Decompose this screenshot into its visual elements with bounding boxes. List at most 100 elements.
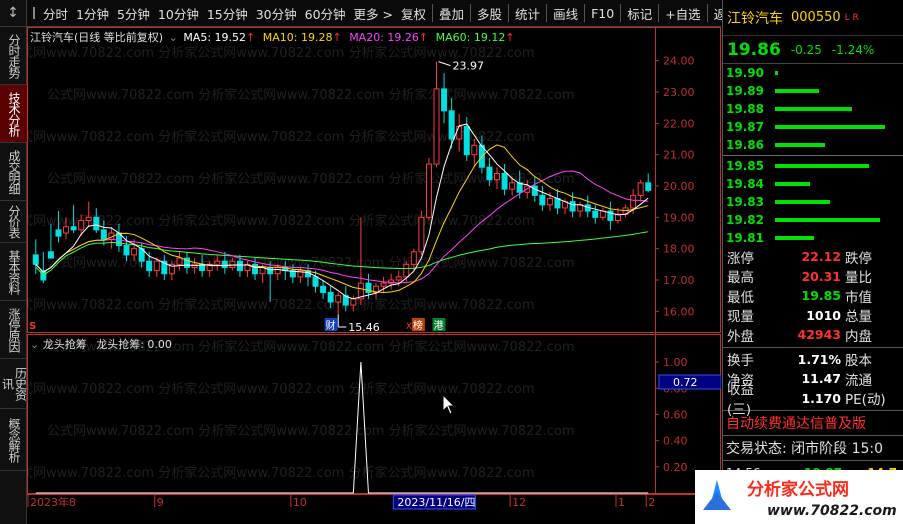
toolbar-button-3[interactable]: 统计 [511, 4, 544, 23]
toolbar-button-5[interactable]: F10 [587, 6, 618, 21]
quote-value: 1010 [806, 307, 841, 323]
candle-body [471, 144, 478, 156]
candle-body [153, 260, 160, 272]
toolbar-button-4[interactable]: 画线 [549, 4, 582, 23]
tab-6[interactable]: 历史资讯 [0, 359, 28, 409]
order-book-row[interactable]: 19.88 [723, 100, 903, 118]
tab-2[interactable]: 成交明细 [0, 143, 27, 201]
candle-body [501, 172, 508, 190]
stock-header: 江铃汽车 000550 L R [723, 0, 903, 36]
period-tab-7[interactable]: 更多 > [350, 4, 397, 23]
event-badge-bang: 榜 [413, 319, 423, 332]
ma20-legend: MA20: 19.26 [349, 31, 419, 44]
candle-body [554, 198, 561, 209]
current-price: 19.86 [727, 39, 781, 60]
quote-row: 最低 19.85 市值 [723, 286, 903, 306]
event-badge-x: X [406, 322, 412, 332]
toolbar-button-2[interactable]: 多股 [473, 4, 506, 23]
period-tab-5[interactable]: 30分钟 [252, 4, 301, 23]
order-volume-bar [775, 107, 852, 111]
order-volume-bar [775, 143, 825, 147]
toolbar-button-7[interactable]: +自选 [661, 4, 704, 23]
candle-body [327, 292, 334, 303]
order-book-row[interactable]: 19.87 [723, 118, 903, 136]
candle-body [320, 285, 327, 294]
order-book-row[interactable]: 19.90 [723, 64, 903, 82]
order-book-row[interactable]: 19.82 [723, 211, 903, 229]
period-tab-4[interactable]: 15分钟 [203, 4, 252, 23]
chart-canvas[interactable]: 公式网www.70822.com 分析家公式网www.70822.com 分析家… [27, 27, 721, 524]
low-label: 15.46 [348, 321, 380, 334]
toolbar-button-1[interactable]: 叠加 [435, 4, 468, 23]
chevron-down-icon[interactable]: ⌄ [30, 338, 39, 351]
price-row: 19.86 -0.25 -1.24% [723, 36, 903, 64]
quote-label: 现量 [727, 309, 754, 326]
order-volume-bar [775, 89, 819, 93]
candle-body [70, 226, 77, 231]
period-tab-2[interactable]: 5分钟 [113, 4, 154, 23]
chevron-down-icon[interactable]: ⌄ [169, 31, 178, 44]
candle-body [85, 216, 92, 221]
candle-body [403, 263, 410, 278]
candle-body [146, 260, 153, 272]
period-tab-1[interactable]: 1分钟 [72, 4, 113, 23]
order-price: 19.86 [726, 138, 764, 152]
order-book-row[interactable]: 19.85 [723, 157, 903, 175]
candle [539, 186, 546, 212]
toolbar-button-0[interactable]: 复权 [397, 4, 430, 23]
tab-3[interactable]: 分价表 [0, 201, 27, 243]
quote-value: 1.71% [797, 351, 841, 367]
period-tab-6[interactable]: 60分钟 [301, 4, 350, 23]
candle-body [47, 251, 54, 259]
order-price: 19.85 [726, 159, 764, 173]
stock-name[interactable]: 江铃汽车 [727, 8, 783, 28]
order-book-row[interactable]: 19.83 [723, 193, 903, 211]
tab-0[interactable]: 分时走势 [0, 27, 27, 85]
watermark-text: 公式网www.70822.com 分析家公式网www.70822.com 分析家… [27, 213, 535, 229]
order-price: 19.89 [726, 84, 764, 98]
order-book-row[interactable]: 19.86 [723, 136, 903, 154]
candle-body [418, 216, 425, 253]
x-cursor-label: 2023/11/16/四 [397, 496, 475, 509]
quote-row: 最高 20.31 量比 [723, 267, 903, 287]
quote-label: 总量 [845, 309, 872, 326]
quote-label: 股本 [845, 353, 872, 370]
candle-body [509, 182, 516, 190]
order-volume-bar [775, 200, 830, 204]
watermark-text: 公式网www.70822.com 分析家公式网www.70822.com 分析家… [47, 87, 575, 103]
candle [93, 207, 100, 233]
expand-icon[interactable]: ↕ [0, 0, 26, 27]
toolbar-checkbox[interactable] [33, 7, 35, 19]
order-book-row[interactable]: 19.89 [723, 82, 903, 100]
tab-1[interactable]: 技术分析 [0, 85, 27, 143]
candle [607, 201, 614, 230]
quote-row: 涨停 22.12 跌停 [723, 247, 903, 267]
quote-table-2: 换手 1.71% 股本 净资 11.47 流通 收益(三) 1.170 PE(动) [723, 350, 903, 419]
order-price: 19.84 [726, 177, 764, 191]
event-badge-cai: 财 [326, 319, 336, 332]
cursor-value: 0.72 [673, 376, 698, 389]
trade-status: 交易状态: 闭市阶段 15:0 [726, 441, 884, 457]
quote-label: 流通 [845, 372, 872, 389]
candle-body [236, 260, 243, 272]
toolbar-button-6[interactable]: 标记 [623, 4, 656, 23]
order-book-row[interactable]: 19.81 [723, 229, 903, 247]
quote-table: 涨停 22.12 跌停 最高 20.31 量比 最低 19.85 市值 现量 1010 总量 外盘 429… [723, 247, 903, 345]
candle-body [93, 216, 100, 231]
subscription-banner[interactable]: 自动续费通达信普及版 [723, 413, 903, 433]
order-book-row[interactable]: 19.84 [723, 175, 903, 193]
quote-label: 外盘 [727, 328, 754, 345]
candle-body [176, 257, 183, 265]
chart-area[interactable]: 公式网www.70822.com 分析家公式网www.70822.com 分析家… [27, 27, 721, 524]
period-tab-3[interactable]: 10分钟 [154, 4, 203, 23]
candle-body [494, 172, 500, 181]
quote-label: 量比 [845, 270, 872, 287]
tab-5[interactable]: 涨停原因 [0, 301, 27, 359]
candle-body [463, 125, 470, 156]
quote-value: 1.170 [801, 390, 841, 406]
period-tab-0[interactable]: 分时 [39, 4, 72, 23]
tab-7[interactable]: 概念解析 [0, 409, 27, 471]
candle-body [55, 229, 62, 237]
tab-4[interactable]: 基本资料 [0, 243, 27, 301]
candle-body [380, 282, 387, 287]
